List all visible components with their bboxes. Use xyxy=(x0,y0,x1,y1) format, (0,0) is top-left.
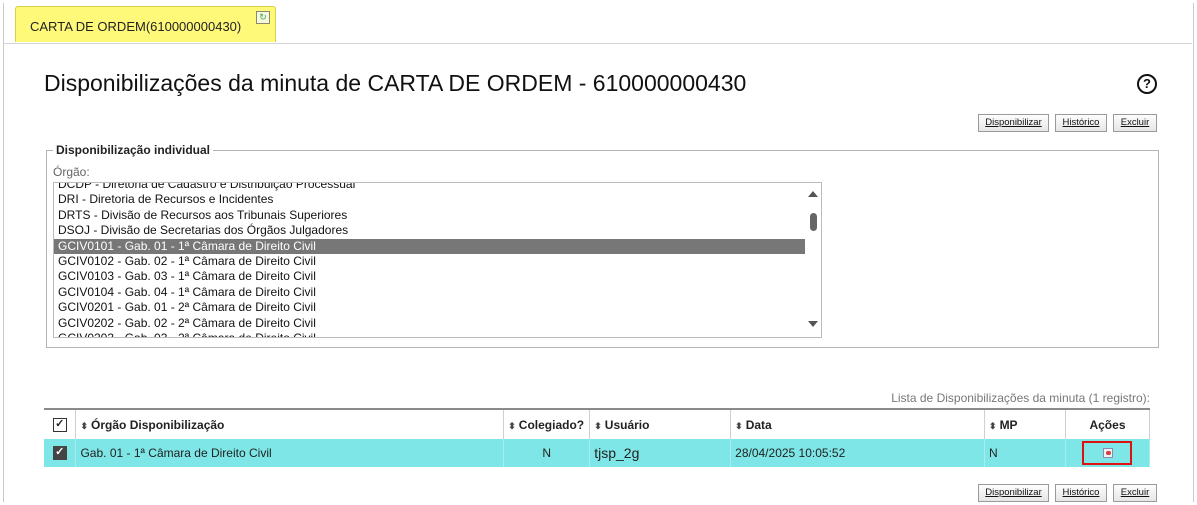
orgao-option[interactable]: GCIV0201 - Gab. 01 - 2ª Câmara de Direit… xyxy=(54,300,806,315)
orgao-option[interactable]: DRTS - Divisão de Recursos aos Tribunais… xyxy=(54,208,806,223)
cell-usuario: tjsp_2g xyxy=(589,439,732,467)
orgao-option[interactable]: GCIV0202 - Gab. 02 - 2ª Câmara de Direit… xyxy=(54,316,806,331)
cell-colegiado: N xyxy=(503,439,591,467)
col-colegiado[interactable]: ⬍ Colegiado? xyxy=(503,408,591,439)
scroll-down-icon[interactable] xyxy=(808,321,818,327)
cell-data: 28/04/2025 10:05:52 xyxy=(730,439,986,467)
orgao-option[interactable]: GCIV0102 - Gab. 02 - 1ª Câmara de Direit… xyxy=(54,254,806,269)
historico-button-bottom[interactable]: Histórico xyxy=(1055,484,1107,502)
orgao-option[interactable]: GCIV0203 - Gab. 03 - 2ª Câmara de Direit… xyxy=(54,331,806,337)
excluir-button-bottom[interactable]: Excluir xyxy=(1113,484,1157,502)
tab-carta-de-ordem[interactable]: CARTA DE ORDEM(610000000430) ↻ xyxy=(15,6,276,42)
orgao-options: DCDP - Diretoria de Cadastro e Distribui… xyxy=(54,183,806,337)
col-data[interactable]: ⬍ Data xyxy=(730,408,986,439)
sort-icon: ⬍ xyxy=(594,420,602,431)
listbox-scrollbar[interactable] xyxy=(805,183,821,337)
select-all-header: ✓ xyxy=(44,408,77,439)
list-caption: Lista de Disponibilizações da minuta (1 … xyxy=(891,391,1150,405)
cell-orgao: Gab. 01 - 1ª Câmara de Direito Civil xyxy=(75,439,505,467)
disponibilizar-button-top[interactable]: Disponibilizar xyxy=(978,114,1049,132)
help-icon[interactable]: ? xyxy=(1137,74,1157,94)
orgao-option[interactable]: GCIV0103 - Gab. 03 - 1ª Câmara de Direit… xyxy=(54,269,806,284)
fieldset-legend: Disponibilização individual xyxy=(56,143,211,157)
cell-acoes xyxy=(1065,439,1151,467)
document-action-icon[interactable] xyxy=(1082,441,1133,465)
orgao-option[interactable]: GCIV0104 - Gab. 04 - 1ª Câmara de Direit… xyxy=(54,285,806,300)
scroll-up-icon[interactable] xyxy=(808,191,818,197)
refresh-icon[interactable]: ↻ xyxy=(256,11,270,24)
disponibilizacoes-table: ✓ ⬍ Órgão Disponibilização ⬍ Colegiado? ⬍ U… xyxy=(44,408,1151,467)
tab-label: CARTA DE ORDEM(610000000430) xyxy=(30,19,242,34)
excluir-button-top[interactable]: Excluir xyxy=(1113,114,1157,132)
col-mp[interactable]: ⬍ MP xyxy=(984,408,1066,439)
orgao-listbox[interactable]: DCDP - Diretoria de Cadastro e Distribui… xyxy=(53,182,822,338)
orgao-option[interactable]: GCIV0101 - Gab. 01 - 1ª Câmara de Direit… xyxy=(54,238,806,254)
col-usuario[interactable]: ⬍ Usuário xyxy=(589,408,732,439)
orgao-option[interactable]: DRI - Diretoria de Recursos e Incidentes xyxy=(54,192,806,207)
cell-mp: N xyxy=(984,439,1066,467)
table-row[interactable]: ✓ Gab. 01 - 1ª Câmara de Direito Civil N… xyxy=(44,439,1151,467)
sort-icon: ⬍ xyxy=(989,420,997,431)
row-checkbox[interactable]: ✓ xyxy=(52,446,67,461)
disponibilizar-button-bottom[interactable]: Disponibilizar xyxy=(978,484,1049,502)
sort-icon: ⬍ xyxy=(508,420,516,431)
row-select-cell: ✓ xyxy=(44,439,77,467)
select-all-checkbox[interactable]: ✓ xyxy=(52,417,67,432)
col-orgao[interactable]: ⬍ Órgão Disponibilização xyxy=(75,408,505,439)
sort-icon: ⬍ xyxy=(735,420,743,431)
page-title: Disponibilizações da minuta de CARTA DE … xyxy=(44,70,747,96)
scroll-thumb[interactable] xyxy=(810,213,817,231)
orgao-option[interactable]: DCDP - Diretoria de Cadastro e Distribui… xyxy=(54,183,806,192)
table-header-row: ✓ ⬍ Órgão Disponibilização ⬍ Colegiado? ⬍ U… xyxy=(44,408,1151,439)
orgao-label: Órgão: xyxy=(53,165,90,179)
orgao-option[interactable]: DSOJ - Divisão de Secretarias dos Órgãos… xyxy=(54,223,806,238)
historico-button-top[interactable]: Histórico xyxy=(1055,114,1107,132)
col-acoes: Ações xyxy=(1065,408,1151,439)
sort-icon: ⬍ xyxy=(80,420,89,431)
